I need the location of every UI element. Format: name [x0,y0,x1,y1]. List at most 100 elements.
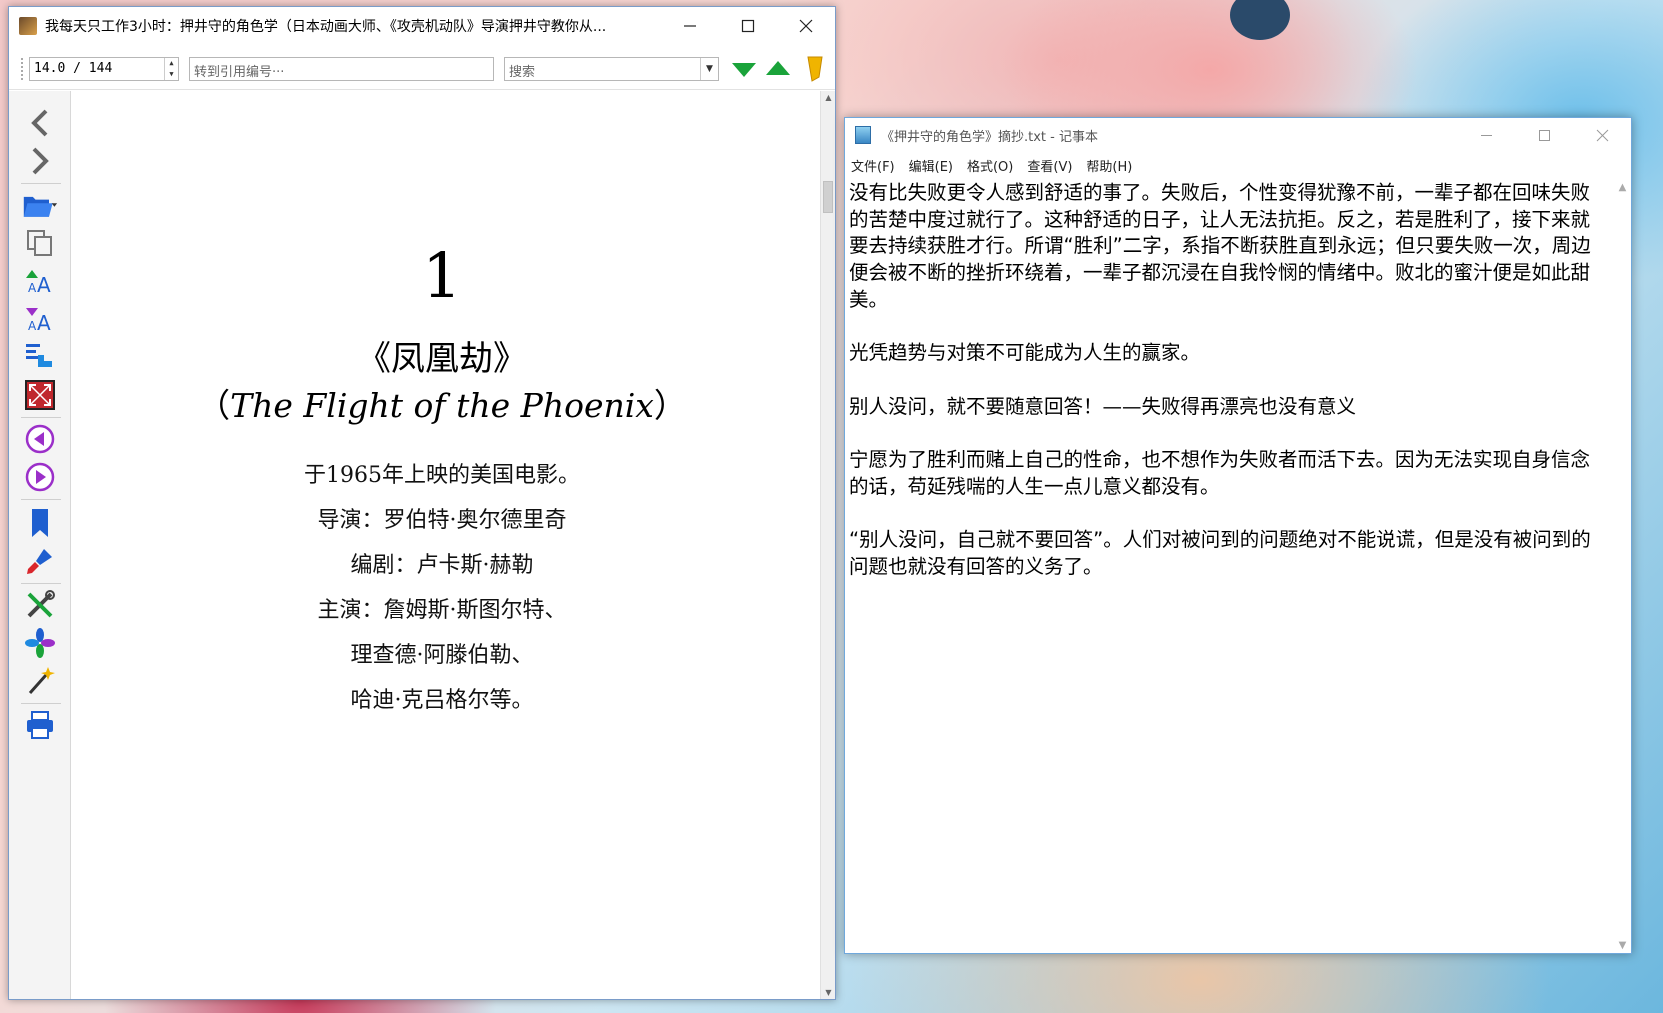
menu-edit[interactable]: 编辑(E) [909,156,953,176]
subtitle-open-paren: （ [197,386,231,425]
close-icon [1596,129,1608,141]
tools-button[interactable] [22,587,58,623]
menu-file[interactable]: 文件(F) [851,156,895,176]
theme-icon [25,628,55,658]
chapter-subtitle: （The Flight of the Phoenix） [72,379,812,427]
reader-sidebar: AA AA [9,91,71,999]
close-icon [799,19,813,33]
search-input[interactable]: 搜索 ▼ [504,57,719,81]
reader-window: 我每天只工作3小时：押井守的角色学（日本动画大师、《攻壳机动队》导演押井守教你从… [8,6,836,1000]
highlight-icon [27,549,52,574]
fullscreen-icon [25,380,55,410]
notepad-window: 《押井守的角色学》摘抄.txt - 记事本 文件(F) 编辑(E) 格式(O) … [844,117,1632,954]
close-button[interactable] [1573,118,1631,152]
scroll-up-icon[interactable]: ▲ [1614,182,1631,193]
reader-title: 我每天只工作3小时：押井守的角色学（日本动画大师、《攻壳机动队》导演押井守教你从… [45,19,607,35]
sidebar-divider [21,703,61,704]
tools-icon [27,590,55,618]
page-number-input[interactable]: 14.0 / 144 ▲ ▼ [29,57,179,81]
bookmark-button[interactable] [22,505,58,541]
font-increase-button[interactable]: AA [22,263,58,299]
print-button[interactable] [22,707,58,743]
highlight-button[interactable] [22,543,58,579]
page-line: 主演：詹姆斯·斯图尔特、 [317,598,567,623]
reader-app-icon [19,17,37,35]
page-spinner[interactable]: ▲ ▼ [164,58,178,80]
magic-wand-button[interactable] [22,663,58,699]
scroll-up-icon[interactable]: ▲ [821,93,836,102]
menu-help[interactable]: 帮助(H) [1086,156,1132,176]
find-previous-button[interactable] [763,54,793,84]
reader-titlebar: 我每天只工作3小时：押井守的角色学（日本动画大师、《攻壳机动队》导演押井守教你从… [9,7,835,45]
search-placeholder: 搜索 [509,65,536,80]
scroll-down-icon[interactable]: ▼ [821,988,836,997]
chapter-number: 1 [422,239,462,312]
copy-button[interactable] [22,225,58,261]
reader-page: 1 《凤凰劫》 （The Flight of the Phoenix） 于196… [72,91,822,999]
font-decrease-button[interactable]: AA [22,301,58,337]
scroll-down-icon[interactable]: ▼ [1614,940,1631,951]
page-number-value: 14.0 / 144 [34,61,113,76]
toolbar-divider [9,89,835,90]
maximize-button[interactable] [719,7,777,45]
scroll-thumb[interactable] [823,181,833,213]
bookmark-icon [32,509,48,537]
page-line: 于1965年上映的美国电影。 [304,463,580,488]
back-icon [31,109,48,137]
sidebar-divider [21,583,61,584]
fullscreen-button[interactable] [22,377,58,413]
page-line: 编剧：卢卡斯·赫勒 [350,553,534,578]
minimize-button[interactable] [1457,118,1515,152]
minimize-button[interactable] [661,7,719,45]
reflow-button[interactable] [22,339,58,375]
reflow-icon [26,344,52,367]
minimize-icon [684,25,696,27]
open-folder-icon [23,196,58,217]
arrow-down-green-icon [732,63,756,77]
notepad-title: 《押井守的角色学》摘抄.txt - 记事本 [881,129,1098,145]
maximize-button[interactable] [1515,118,1573,152]
menu-format[interactable]: 格式(O) [967,156,1013,176]
font-decrease-icon: AA [26,308,51,334]
next-icon [25,462,55,492]
forward-button[interactable] [22,143,58,179]
svg-text:A: A [37,311,51,334]
notepad-icon [855,126,871,144]
font-increase-icon: AA [26,270,51,296]
find-next-button[interactable] [729,54,759,84]
copy-icon [27,230,52,256]
sidebar-divider [21,183,61,184]
highlight-marker-button[interactable] [799,54,829,84]
subtitle-close-paren: ） [653,386,687,425]
sidebar-divider [21,499,61,500]
close-button[interactable] [777,7,835,45]
search-dropdown-button[interactable]: ▼ [700,58,718,80]
forward-icon [32,147,49,175]
page-line: 理查德·阿滕伯勒、 [350,643,534,668]
arrow-up-green-icon [766,61,790,75]
reader-window-controls [661,7,835,45]
magic-wand-icon [28,667,55,694]
marker-icon [807,56,823,82]
svg-text:A: A [28,281,37,295]
notepad-titlebar: 《押井守的角色学》摘抄.txt - 记事本 [845,118,1631,152]
reader-scrollbar[interactable]: ▲ ▼ [820,91,835,999]
open-file-button[interactable] [22,187,58,223]
theme-button[interactable] [22,625,58,661]
subtitle-english: The Flight of the Phoenix [230,386,654,425]
minimize-icon [1480,134,1492,136]
back-button[interactable] [22,105,58,141]
notepad-scrollbar[interactable]: ▲ ▼ [1614,180,1631,953]
chapter-title: 《凤凰劫》 [357,339,527,379]
toolbar-grip[interactable] [21,58,24,80]
menu-view[interactable]: 查看(V) [1027,156,1072,176]
maximize-icon [1538,129,1550,141]
notepad-text-area[interactable]: 没有比失败更令人感到舒适的事了。失败后，个性变得犹豫不前，一辈子都在回味失败的苦… [847,180,1609,953]
page-line: 导演：罗伯特·奥尔德里奇 [317,508,567,533]
reference-placeholder: 转到引用编号··· [194,65,285,80]
previous-page-button[interactable] [22,421,58,457]
reference-number-input[interactable]: 转到引用编号··· [189,57,494,81]
print-icon [27,711,53,739]
next-page-button[interactable] [22,459,58,495]
previous-icon [25,424,55,454]
